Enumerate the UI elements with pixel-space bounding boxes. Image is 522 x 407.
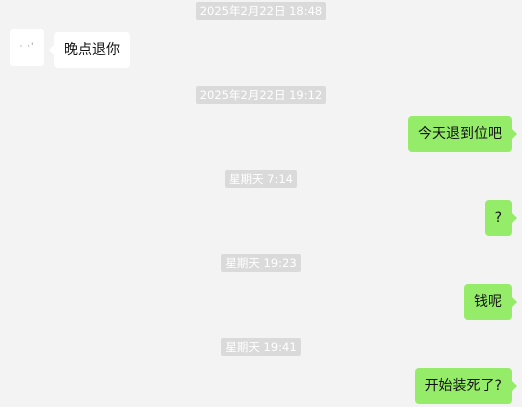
timestamp-row: 星期天 19:23 xyxy=(0,254,522,272)
timestamp-row: 星期天 7:14 xyxy=(0,170,522,188)
timestamp-row: 星期天 19:41 xyxy=(0,338,522,356)
outgoing-message-bubble[interactable]: 今天退到位吧 xyxy=(408,116,517,152)
timestamp-row: 2025年2月22日 19:12 xyxy=(0,86,522,104)
timestamp: 2025年2月22日 19:12 xyxy=(195,86,327,104)
timestamp: 星期天 19:23 xyxy=(221,254,301,272)
chat-message-area: 2025年2月22日 18:48 · ·' 晚点退你 2025年2月22日 19… xyxy=(0,0,522,407)
timestamp: 星期天 7:14 xyxy=(225,170,297,188)
contact-avatar[interactable]: · ·' xyxy=(10,29,44,66)
outgoing-message-bubble[interactable]: ? xyxy=(484,200,518,236)
timestamp: 星期天 19:41 xyxy=(221,338,301,356)
outgoing-message-bubble[interactable]: 钱呢 xyxy=(464,284,517,320)
incoming-message-bubble[interactable]: 晚点退你 xyxy=(49,32,130,68)
timestamp-row: 2025年2月22日 18:48 xyxy=(0,2,522,20)
timestamp: 2025年2月22日 18:48 xyxy=(195,2,327,20)
outgoing-message-bubble[interactable]: 开始装死了? xyxy=(414,368,518,404)
